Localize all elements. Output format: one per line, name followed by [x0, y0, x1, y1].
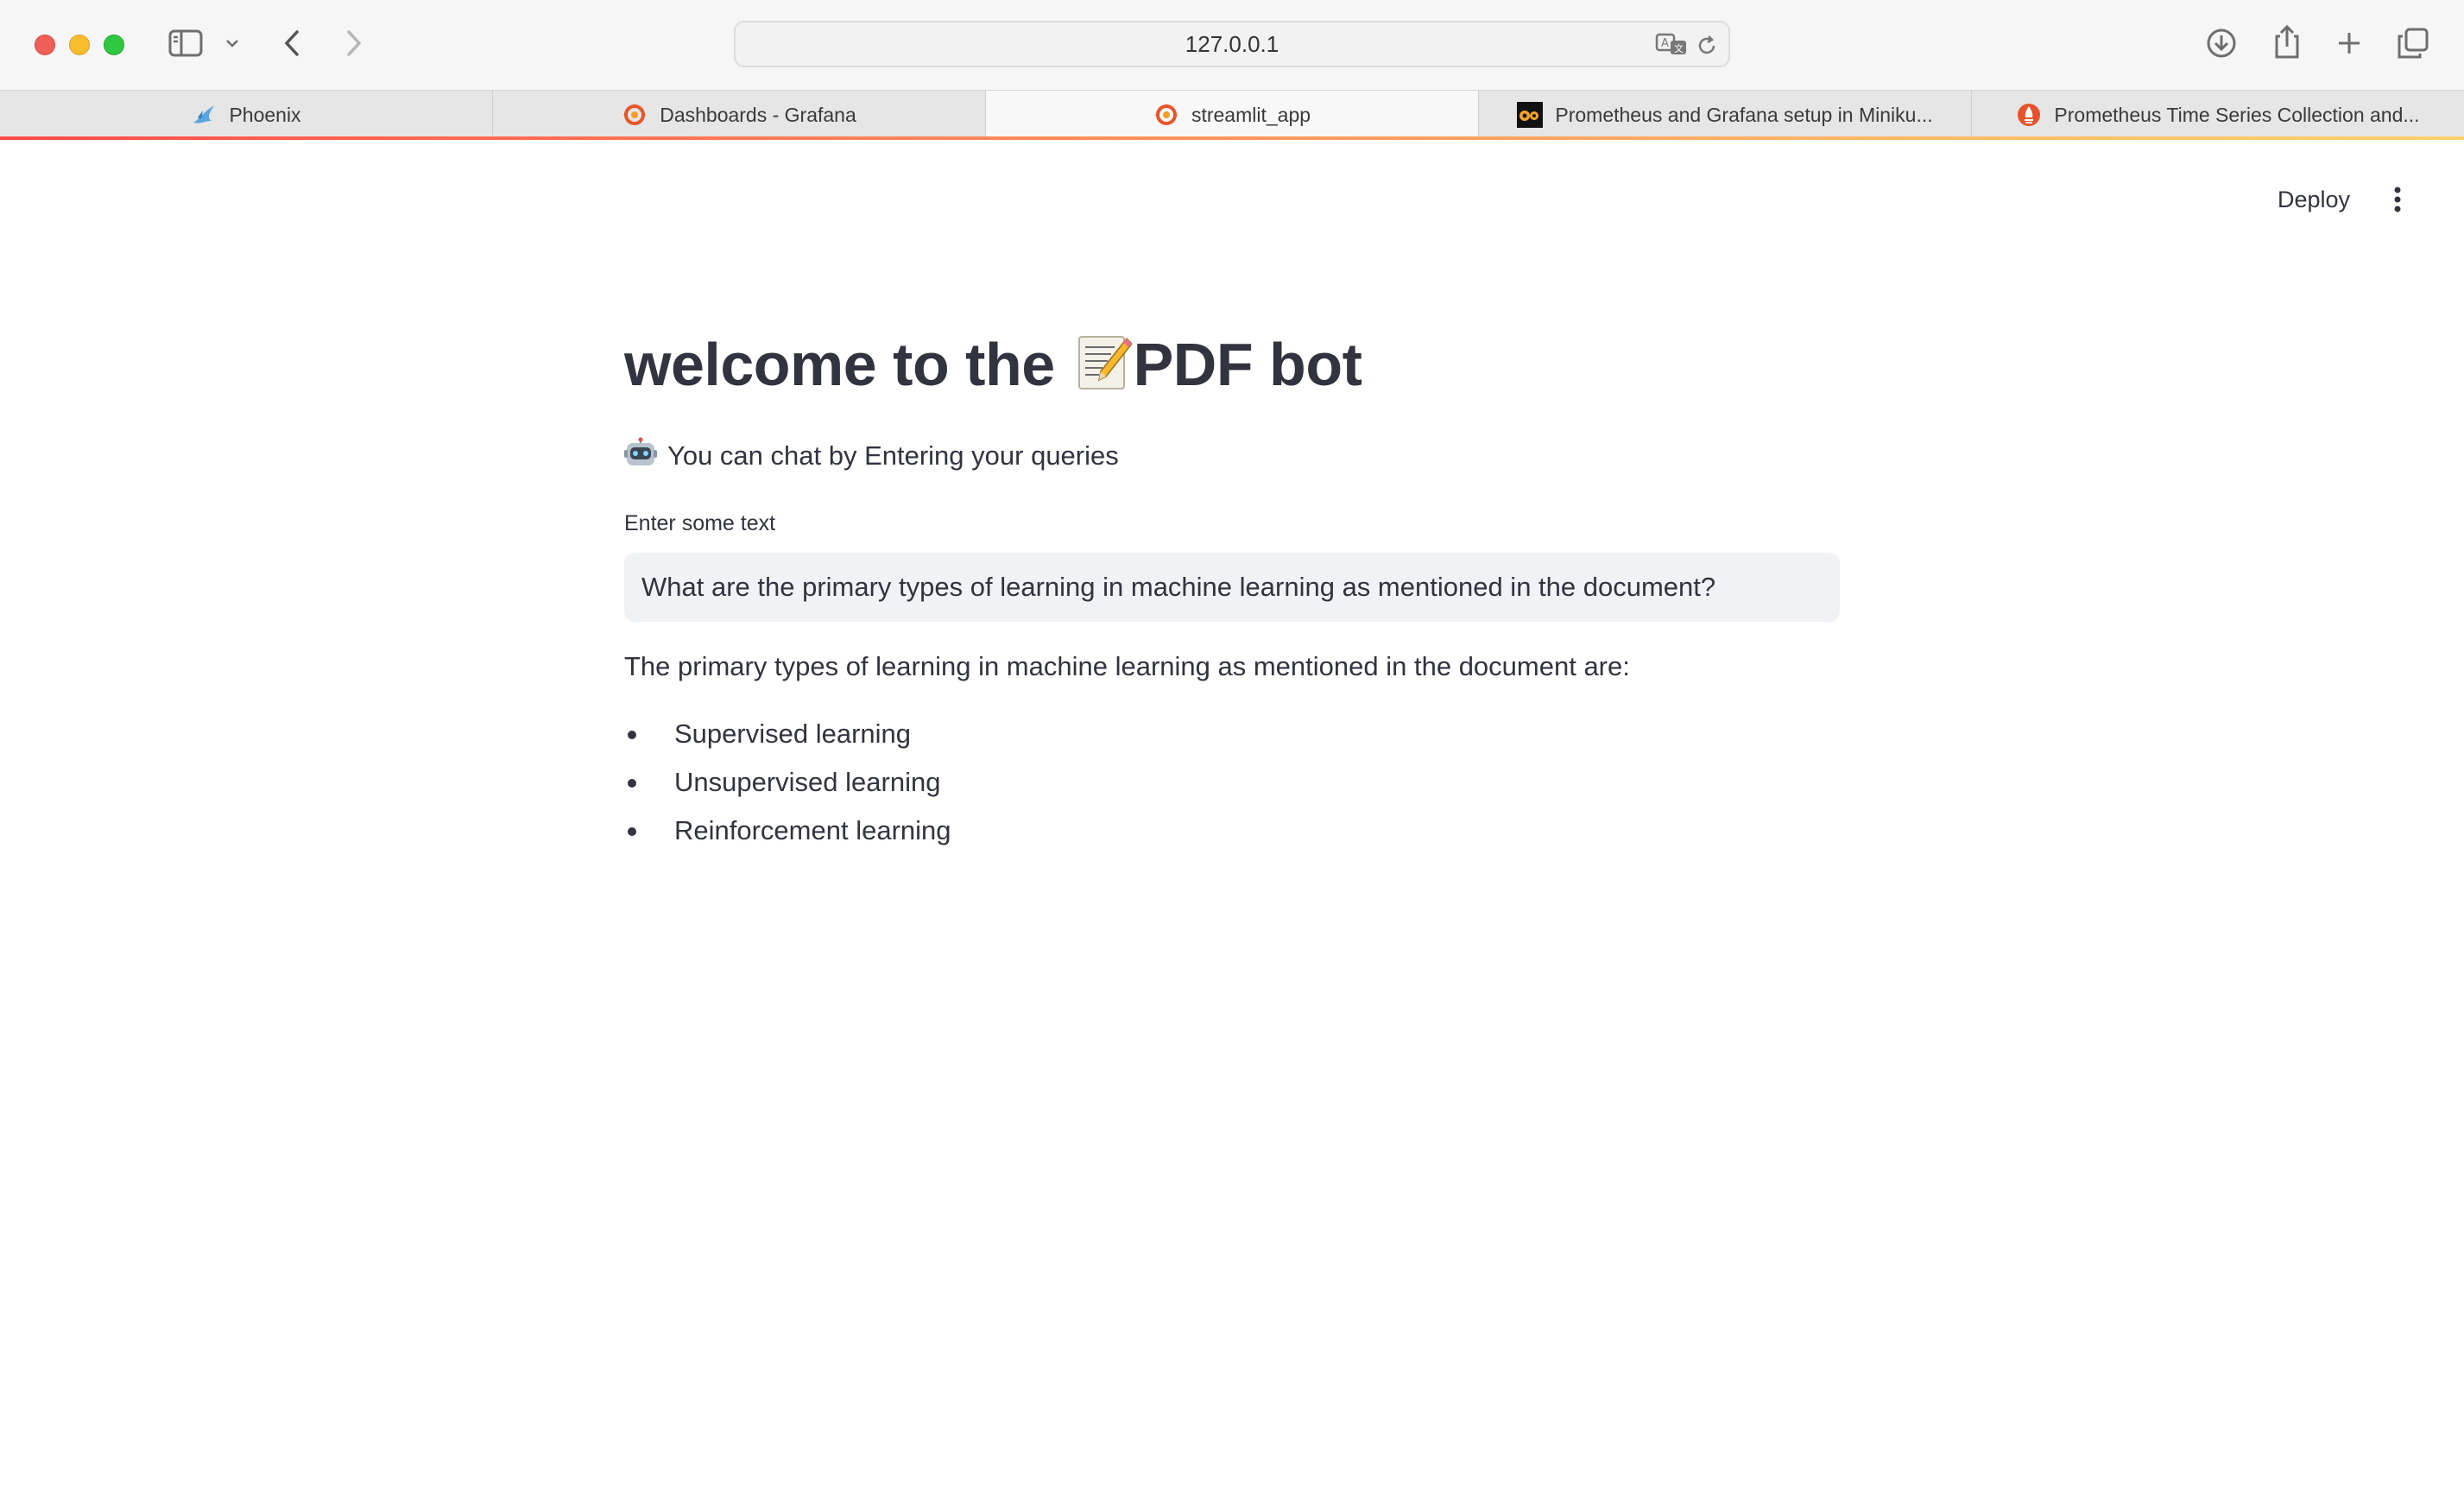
tab-label: Prometheus and Grafana setup in Miniku..… — [1555, 103, 1933, 126]
tab-grafana-dashboards[interactable]: Dashboards - Grafana — [493, 91, 986, 139]
window-minimize-button[interactable] — [69, 35, 90, 55]
tab-label: Dashboards - Grafana — [660, 103, 856, 126]
prometheus-icon — [2016, 102, 2042, 128]
tab-overview-icon[interactable] — [2395, 26, 2431, 60]
tab-prometheus-grafana-setup[interactable]: Prometheus and Grafana setup in Miniku..… — [1479, 91, 1972, 139]
tab-label: Prometheus Time Series Collection and... — [2054, 103, 2420, 126]
tab-strip: Phoenix Dashboards - Grafana streamlit_a… — [0, 90, 2464, 139]
window-close-button[interactable] — [35, 35, 55, 55]
subtitle: You can chat by Entering your queries — [624, 437, 1119, 475]
robot-icon — [624, 437, 657, 475]
address-bar[interactable]: 127.0.0.1 A文 — [734, 21, 1730, 67]
answer-list: Supervised learning Unsupervised learnin… — [624, 710, 951, 855]
subtitle-text: You can chat by Entering your queries — [667, 440, 1119, 471]
list-item-text: Supervised learning — [674, 719, 912, 749]
tab-label: Phoenix — [229, 103, 301, 126]
deploy-button[interactable]: Deploy — [2262, 178, 2366, 221]
svg-text:A: A — [1661, 37, 1669, 50]
page-title: welcome to the PDF bot — [624, 330, 1362, 399]
phoenix-bird-icon — [191, 102, 217, 128]
list-item: Reinforcement learning — [624, 807, 951, 855]
query-input[interactable] — [624, 553, 1840, 622]
list-item: Supervised learning — [624, 710, 951, 758]
title-text-suffix: PDF bot — [1133, 331, 1362, 398]
download-icon[interactable] — [2203, 24, 2240, 62]
translate-icon[interactable]: A文 — [1654, 29, 1690, 60]
bullet-icon — [628, 779, 636, 788]
medium-icon — [1517, 102, 1544, 128]
app-page: Deploy welcome to the PDF bot You can ch… — [0, 140, 2464, 1494]
input-label: Enter some text — [624, 511, 776, 535]
window-maximize-button[interactable] — [104, 35, 124, 55]
sidebar-toggle-icon[interactable] — [166, 26, 205, 60]
tab-phoenix[interactable]: Phoenix — [0, 91, 493, 139]
reload-icon[interactable] — [1692, 31, 1722, 60]
new-tab-plus-icon[interactable] — [2333, 26, 2366, 60]
tab-label: streamlit_app — [1191, 103, 1311, 126]
share-icon[interactable] — [2269, 22, 2305, 62]
more-vertical-icon[interactable] — [2376, 180, 2419, 219]
chevron-down-icon[interactable] — [223, 33, 242, 54]
grafana-icon — [622, 102, 648, 128]
svg-text:文: 文 — [1674, 42, 1684, 54]
tab-prometheus-time-series[interactable]: Prometheus Time Series Collection and... — [1972, 91, 2464, 139]
memo-icon — [1077, 332, 1133, 392]
bullet-icon — [628, 731, 636, 739]
grafana-icon — [1153, 102, 1179, 128]
answer-intro: The primary types of learning in machine… — [624, 651, 1630, 681]
forward-arrow-icon[interactable] — [338, 26, 370, 60]
list-item: Unsupervised learning — [624, 758, 951, 807]
list-item-text: Unsupervised learning — [674, 767, 941, 797]
browser-toolbar: 127.0.0.1 A文 — [0, 0, 2464, 90]
bullet-icon — [628, 827, 636, 836]
list-item-text: Reinforcement learning — [674, 815, 951, 845]
title-text-prefix: welcome to the — [624, 331, 1071, 398]
url-text: 127.0.0.1 — [1185, 30, 1279, 57]
back-arrow-icon[interactable] — [276, 26, 307, 60]
tab-streamlit-app[interactable]: streamlit_app — [986, 91, 1479, 139]
